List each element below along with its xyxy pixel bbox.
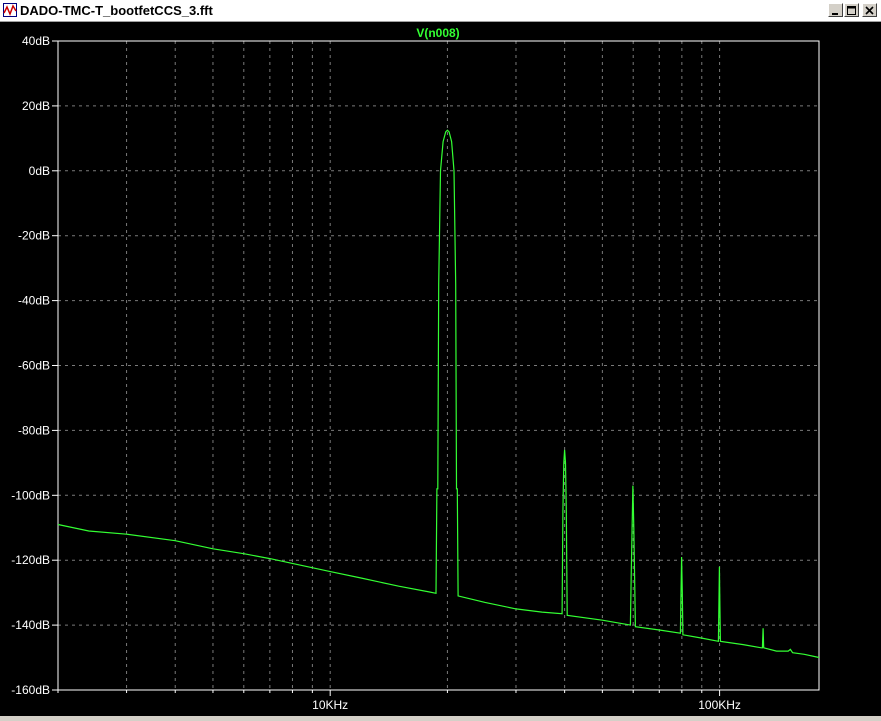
window-title: DADO-TMC-T_bootfetCCS_3.fft [20,3,213,18]
y-tick-label: -60dB [18,359,50,373]
close-icon [865,6,874,15]
maximize-button[interactable] [844,3,859,17]
y-tick-label: 20dB [22,99,50,113]
waveform-app-icon [3,3,17,17]
y-tick-label: 40dB [22,34,50,48]
y-tick-label: 0dB [29,164,50,178]
maximize-icon [847,6,856,15]
y-tick-label: -100dB [11,488,50,502]
title-bar[interactable]: DADO-TMC-T_bootfetCCS_3.fft [0,0,881,22]
trace-v-n008[interactable] [57,129,820,659]
x-tick-label: 10KHz [312,698,348,712]
trace-label[interactable]: V(n008) [416,26,459,40]
fft-chart[interactable]: V(n008) 40dB 20dB 0dB -20dB -40dB -60dB -80dB -… [0,22,881,716]
minimize-icon [832,13,838,15]
minimize-button[interactable] [828,3,843,17]
close-button[interactable] [862,3,877,17]
y-tick-label: -80dB [18,423,50,437]
y-tick-label: -120dB [11,553,50,567]
plot-pane[interactable]: V(n008) 40dB 20dB 0dB -20dB -40dB -60dB -80dB -… [0,22,881,716]
axis-layer: 40dB 20dB 0dB -20dB -40dB -60dB -80dB -100dB -12… [11,34,741,712]
y-tick-label: -20dB [18,229,50,243]
x-tick-label: 100KHz [698,698,741,712]
y-tick-label: -160dB [11,683,50,697]
fft-window: DADO-TMC-T_bootfetCCS_3.fft V(n008) 40dB… [0,0,881,716]
y-tick-label: -40dB [18,294,50,308]
y-tick-label: -140dB [11,618,50,632]
